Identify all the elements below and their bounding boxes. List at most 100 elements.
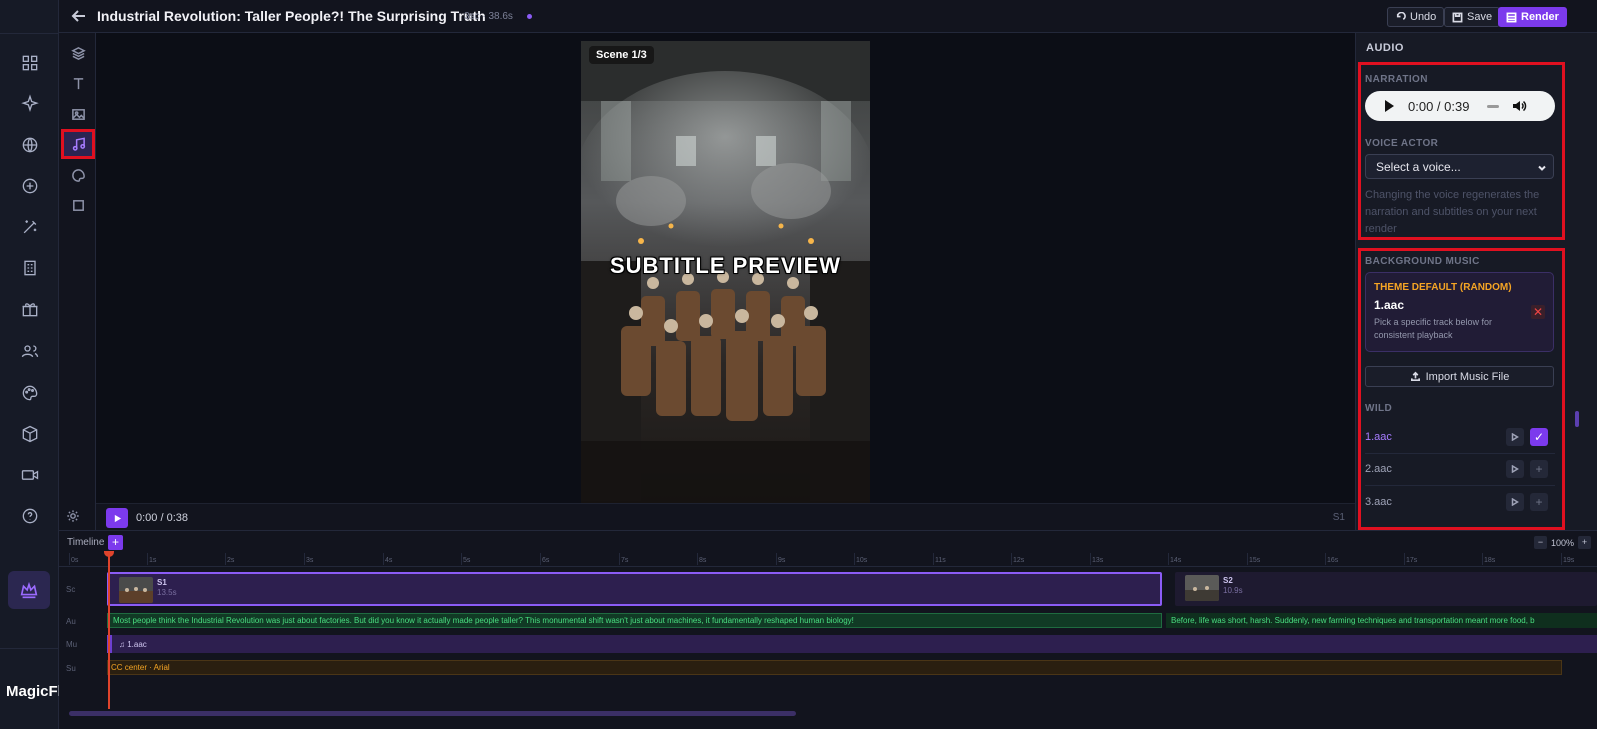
audio-progress-bar[interactable] <box>1487 104 1500 108</box>
ruler-tick: 17s <box>1403 553 1418 565</box>
building-icon[interactable] <box>14 252 46 284</box>
volume-icon[interactable] <box>1511 98 1527 114</box>
ruler-tick: 15s <box>1246 553 1261 565</box>
theme-description: Pick a specific track below for consiste… <box>1374 317 1493 340</box>
close-icon[interactable]: ✕ <box>1531 305 1545 319</box>
scene-thumbnail <box>119 577 153 603</box>
zoom-in-icon[interactable]: + <box>1578 536 1591 549</box>
palette-icon[interactable] <box>67 164 89 186</box>
gift-icon[interactable] <box>14 293 46 325</box>
panel-heading: AUDIO <box>1366 42 1404 54</box>
scene-marker: S1 <box>1332 512 1345 523</box>
scene-clip-2[interactable]: S2 10.9s <box>1175 572 1597 606</box>
track-item[interactable]: 1.aac ✓ <box>1365 424 1555 454</box>
text-icon[interactable] <box>67 72 89 94</box>
layers-icon[interactable] <box>67 42 89 64</box>
left-nav: MagicFl <box>0 0 59 729</box>
play-icon[interactable] <box>1506 493 1524 511</box>
video-icon[interactable] <box>14 459 46 491</box>
zoom-out-icon[interactable]: − <box>1533 536 1547 549</box>
music-clip[interactable]: ♫ 1.aac <box>107 635 1597 653</box>
voice-hint: Changing the voice regenerates the narra… <box>1365 189 1540 235</box>
track-item[interactable]: 3.aac + <box>1365 489 1555 517</box>
ruler-tick: 4s <box>382 553 393 565</box>
theme-default-card: THEME DEFAULT (RANDOM) 1.aac Pick a spec… <box>1365 272 1554 352</box>
ruler-tick: 1s <box>146 553 157 565</box>
square-icon[interactable] <box>67 194 89 216</box>
palette-icon[interactable] <box>14 377 46 409</box>
status-dot <box>527 14 532 19</box>
ruler-tick: 3s <box>303 553 314 565</box>
timeline: Timeline + − 100% + 0s 1s 2s 3s 4s 5s 6s… <box>59 530 1597 729</box>
narration-clip-1[interactable]: Most people think the Industrial Revolut… <box>107 613 1162 628</box>
scene-badge: Scene 1/3 <box>589 46 654 64</box>
play-icon[interactable] <box>1506 428 1524 446</box>
globe-icon[interactable] <box>14 129 46 161</box>
ruler-tick: 11s <box>933 553 946 565</box>
check-icon[interactable]: ✓ <box>1530 428 1548 446</box>
image-icon[interactable] <box>67 103 89 125</box>
ruler-tick: 12s <box>1010 553 1025 565</box>
scene-preview[interactable]: Scene 1/3 SUBTITLE PREVIEW <box>581 41 870 503</box>
music-note-icon[interactable] <box>61 129 95 159</box>
narration-audio-player[interactable]: 0:00 / 0:39 <box>1365 91 1555 121</box>
track-divider <box>1365 453 1555 454</box>
scene-clip-1[interactable]: S1 13.5s <box>107 572 1162 606</box>
help-icon[interactable] <box>14 500 46 532</box>
narration-time: 0:00 / 0:39 <box>1408 98 1470 114</box>
track-name: 2.aac <box>1365 463 1392 475</box>
ruler-tick: 10s <box>853 553 868 565</box>
crown-icon[interactable] <box>8 571 50 609</box>
bg-music-label: BACKGROUND MUSIC <box>1365 256 1480 267</box>
import-music-button[interactable]: Import Music File <box>1365 366 1554 387</box>
preview-time: 0:00 / 0:38 <box>136 512 188 524</box>
track-list-scrollbar[interactable] <box>1575 411 1579 427</box>
zoom-controls: − 100% + <box>1533 536 1591 549</box>
music-clip-label: 1.aac <box>127 640 147 649</box>
row-label-music: Mu <box>66 640 78 649</box>
magic-wand-icon[interactable] <box>14 211 46 243</box>
audio-play-icon[interactable] <box>1385 100 1394 112</box>
sparkles-icon[interactable] <box>14 88 46 120</box>
add-circle-icon[interactable] <box>14 170 46 202</box>
app-root: MagicFl Industrial Revolution: Taller Pe… <box>0 0 1597 729</box>
ruler-tick: 13s <box>1089 553 1104 565</box>
preview-play-button[interactable] <box>106 508 128 528</box>
back-arrow-icon[interactable] <box>71 8 87 24</box>
users-icon[interactable] <box>14 335 46 367</box>
project-title: Industrial Revolution: Taller People?! T… <box>97 8 486 24</box>
undo-label: Undo <box>1410 11 1437 23</box>
upload-icon <box>1410 371 1420 381</box>
cube-icon[interactable] <box>14 418 46 450</box>
track-name: 3.aac <box>1365 496 1392 508</box>
dashboard-icon[interactable] <box>14 47 46 79</box>
project-meta: 3sc · 38.6s <box>464 11 513 22</box>
canvas-area: Scene 1/3 SUBTITLE PREVIEW 0:00 / 0:38 S… <box>67 33 1355 530</box>
nav-divider <box>0 33 59 34</box>
add-icon[interactable]: + <box>1530 460 1548 478</box>
ruler-tick: 14s <box>1167 553 1182 565</box>
render-icon <box>1506 12 1517 22</box>
narration-clip-2[interactable]: Before, life was short, harsh. Suddenly,… <box>1166 613 1597 628</box>
add-icon[interactable]: + <box>1530 493 1548 511</box>
track-item[interactable]: 2.aac + <box>1365 456 1555 486</box>
undo-button[interactable]: Undo <box>1387 7 1445 27</box>
timeline-scrollbar[interactable] <box>69 711 796 716</box>
timeline-playhead[interactable] <box>104 551 114 709</box>
play-icon[interactable] <box>1506 460 1524 478</box>
top-bar: Industrial Revolution: Taller People?! T… <box>59 0 1597 33</box>
nav-divider <box>0 648 59 649</box>
play-icon <box>114 514 121 522</box>
timeline-ruler[interactable]: 0s 1s 2s 3s 4s 5s 6s 7s 8s 9s 10s 11s 12… <box>59 553 1597 567</box>
audio-panel: AUDIO NARRATION 0:00 / 0:39 VOICE ACTOR … <box>1355 33 1597 530</box>
ruler-tick: 16s <box>1324 553 1339 565</box>
add-scene-button[interactable]: + <box>108 535 123 550</box>
subtitle-clip[interactable]: CC center · Arial <box>107 660 1562 675</box>
save-button[interactable]: Save <box>1444 7 1501 27</box>
settings-gear-icon[interactable] <box>66 509 82 525</box>
ruler-tick: 18s <box>1481 553 1496 565</box>
scene-clip-duration: 13.5s <box>157 588 177 597</box>
render-label: Render <box>1521 11 1559 23</box>
voice-select[interactable]: Select a voice... <box>1365 154 1554 179</box>
render-button[interactable]: Render <box>1498 7 1567 27</box>
